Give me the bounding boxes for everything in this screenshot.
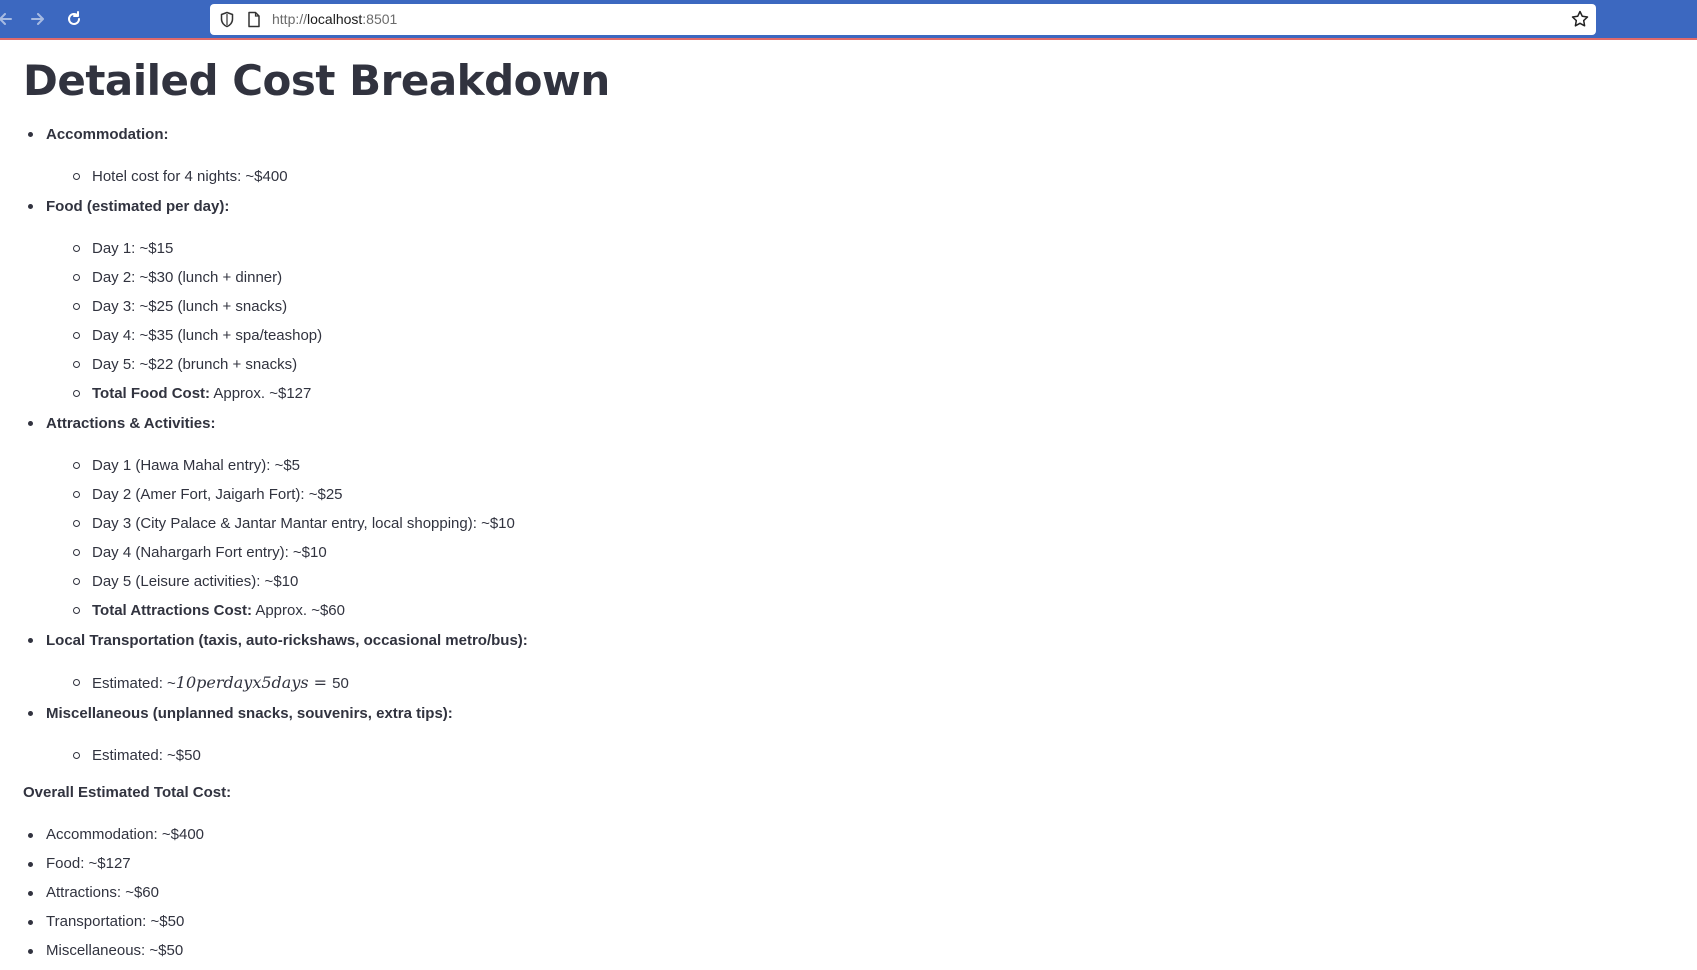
section-items: Day 1 (Hawa Mahal entry): ~$5 Day 2 (Ame…: [46, 456, 1623, 621]
list-item: Day 4 (Nahargarh Fort entry): ~$10: [46, 543, 1623, 563]
item-text: Day 4: ~$35 (lunch + spa/teashop): [92, 327, 323, 344]
item-text: Day 5: ~$22 (brunch + snacks): [92, 356, 298, 373]
item-text: Day 2 (Amer Fort, Jaigarh Fort): ~$25: [92, 486, 343, 503]
item-text: Approx. ~$60: [252, 602, 345, 619]
section-items: Hotel cost for 4 nights: ~$400: [46, 167, 1623, 187]
overall-total-heading: Overall Estimated Total Cost:: [23, 784, 232, 801]
cost-sections: Accommodation: Hotel cost for 4 nights: …: [23, 124, 1623, 766]
math-expression: 10perdayx5days =: [175, 673, 333, 692]
list-item: Estimated: ~$50: [46, 746, 1623, 766]
item-text: Day 2: ~$30 (lunch + dinner): [92, 269, 283, 286]
browser-toolbar: http://localhost:8501: [0, 0, 1697, 40]
section-heading: Miscellaneous (unplanned snacks, souveni…: [46, 705, 453, 722]
summary-item: Food: ~$127: [23, 854, 1623, 874]
section-items: Day 1: ~$15 Day 2: ~$30 (lunch + dinner)…: [46, 239, 1623, 404]
list-item: Day 2: ~$30 (lunch + dinner): [46, 268, 1623, 288]
forward-arrow-icon[interactable]: [27, 8, 49, 30]
url-scheme: http://: [272, 11, 308, 27]
item-text: Estimated: ~$50: [92, 747, 201, 764]
section-items: Estimated: ~10perdayx5days = 50: [46, 673, 1623, 694]
list-item: Total Food Cost: Approx. ~$127: [46, 384, 1623, 404]
section-attractions: Attractions & Activities: Day 1 (Hawa Ma…: [23, 413, 1623, 621]
list-item: Day 1: ~$15: [46, 239, 1623, 259]
section-transportation: Local Transportation (taxis, auto-ricksh…: [23, 630, 1623, 694]
bookmark-star-icon[interactable]: [1570, 9, 1590, 34]
section-heading: Accommodation:: [46, 126, 169, 143]
list-item: Day 1 (Hawa Mahal entry): ~$5: [46, 456, 1623, 476]
page-icon: [247, 11, 261, 33]
list-item: Day 4: ~$35 (lunch + spa/teashop): [46, 326, 1623, 346]
summary-list: Accommodation: ~$400 Food: ~$127 Attract…: [23, 825, 1623, 961]
list-item: Day 5: ~$22 (brunch + snacks): [46, 355, 1623, 375]
item-text: Day 1 (Hawa Mahal entry): ~$5: [92, 457, 301, 474]
reload-icon[interactable]: [63, 8, 85, 30]
url-text[interactable]: http://localhost:8501: [272, 11, 397, 27]
page-title: Detailed Cost Breakdown: [23, 56, 610, 105]
item-text: Day 5 (Leisure activities): ~$10: [92, 573, 299, 590]
list-item: Total Attractions Cost: Approx. ~$60: [46, 601, 1623, 621]
list-item: Day 2 (Amer Fort, Jaigarh Fort): ~$25: [46, 485, 1623, 505]
section-accommodation: Accommodation: Hotel cost for 4 nights: …: [23, 124, 1623, 187]
list-item: Estimated: ~10perdayx5days = 50: [46, 673, 1623, 694]
address-bar[interactable]: http://localhost:8501: [210, 4, 1596, 35]
url-host: localhost: [307, 11, 363, 27]
item-text: Day 4 (Nahargarh Fort entry): ~$10: [92, 544, 327, 561]
summary-item: Transportation: ~$50: [23, 912, 1623, 932]
section-heading: Attractions & Activities:: [46, 415, 216, 432]
main-content: Detailed Cost Breakdown Accommodation: H…: [23, 52, 1623, 970]
shield-icon[interactable]: [219, 11, 235, 33]
item-bold: Total Attractions Cost:: [92, 602, 252, 619]
back-arrow-icon[interactable]: [0, 8, 16, 30]
item-tail: 50: [332, 675, 349, 692]
item-text: Day 3 (City Palace & Jantar Mantar entry…: [92, 515, 515, 532]
list-item: Day 5 (Leisure activities): ~$10: [46, 572, 1623, 592]
url-port: :8501: [362, 11, 398, 27]
item-text: Approx. ~$127: [210, 385, 312, 402]
section-heading: Local Transportation (taxis, auto-ricksh…: [46, 632, 528, 649]
list-item: Day 3: ~$25 (lunch + snacks): [46, 297, 1623, 317]
section-miscellaneous: Miscellaneous (unplanned snacks, souveni…: [23, 703, 1623, 766]
list-item: Hotel cost for 4 nights: ~$400: [46, 167, 1623, 187]
section-items: Estimated: ~$50: [46, 746, 1623, 766]
item-text: Day 3: ~$25 (lunch + snacks): [92, 298, 288, 315]
item-text: Hotel cost for 4 nights: ~$400: [92, 168, 288, 185]
summary-item: Miscellaneous: ~$50: [23, 941, 1623, 961]
item-text: Day 1: ~$15: [92, 240, 174, 257]
summary-item: Accommodation: ~$400: [23, 825, 1623, 845]
section-heading: Food (estimated per day):: [46, 198, 230, 215]
summary-item: Attractions: ~$60: [23, 883, 1623, 903]
section-food: Food (estimated per day): Day 1: ~$15 Da…: [23, 196, 1623, 404]
item-text: Estimated: ~: [92, 675, 176, 692]
list-item: Day 3 (City Palace & Jantar Mantar entry…: [46, 514, 1623, 534]
item-bold: Total Food Cost:: [92, 385, 211, 402]
